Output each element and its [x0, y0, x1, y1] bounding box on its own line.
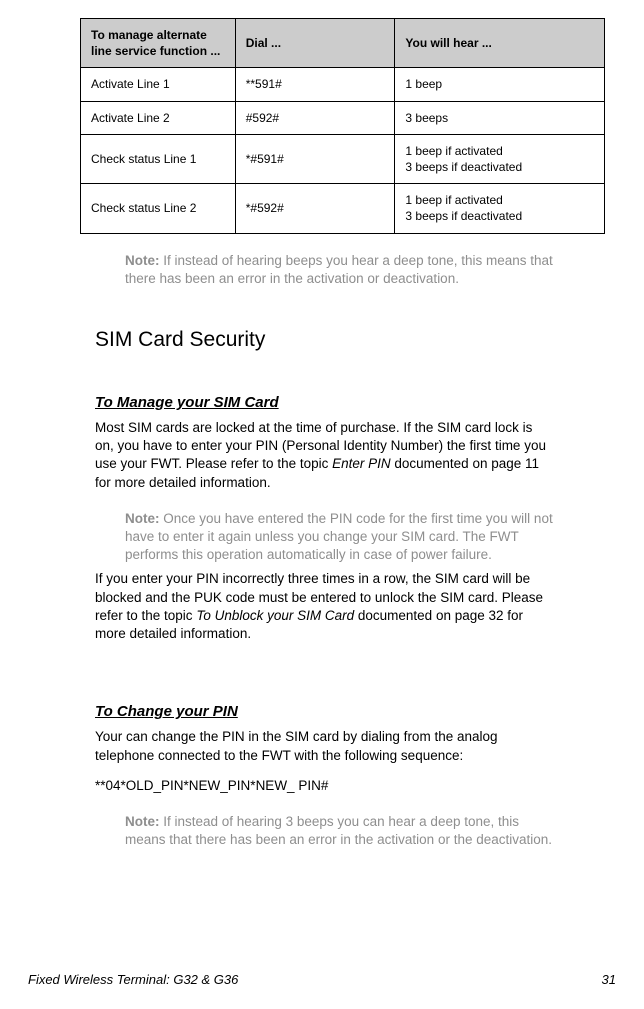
- cell-dial: *#592#: [235, 184, 395, 233]
- note-label: Note:: [125, 511, 160, 526]
- cell-dial: **591#: [235, 68, 395, 101]
- document-page: To manage alternate line service functio…: [0, 18, 644, 1009]
- heading-sim-card-security: SIM Card Security: [95, 328, 644, 352]
- note-label: Note:: [125, 253, 160, 268]
- note-label: Note:: [125, 814, 160, 829]
- cell-hear: 1 beep: [395, 68, 605, 101]
- header-hear: You will hear ...: [395, 19, 605, 68]
- topic-reference: To Unblock your SIM Card: [196, 608, 354, 623]
- table-row: Check status Line 1 *#591# 1 beep if act…: [81, 134, 605, 183]
- header-dial: Dial ...: [235, 19, 395, 68]
- para-change-1: Your can change the PIN in the SIM card …: [95, 728, 554, 764]
- table-row: Check status Line 2 *#592# 1 beep if act…: [81, 184, 605, 233]
- footer-title: Fixed Wireless Terminal: G32 & G36: [28, 972, 238, 987]
- cell-hear: 3 beeps: [395, 101, 605, 134]
- para-manage-1: Most SIM cards are locked at the time of…: [95, 419, 554, 492]
- header-function: To manage alternate line service functio…: [81, 19, 236, 68]
- table-row: Activate Line 2 #592# 3 beeps: [81, 101, 605, 134]
- note-change-pin-error: Note: If instead of hearing 3 beeps you …: [125, 813, 554, 849]
- note-text: If instead of hearing beeps you hear a d…: [125, 253, 553, 286]
- cell-hear: 1 beep if activated 3 beeps if deactivat…: [395, 134, 605, 183]
- page-footer: Fixed Wireless Terminal: G32 & G36 31: [28, 972, 616, 987]
- cell-function: Activate Line 2: [81, 101, 236, 134]
- note-pin-auto: Note: Once you have entered the PIN code…: [125, 510, 554, 565]
- note-text: If instead of hearing 3 beeps you can he…: [125, 814, 552, 847]
- cell-hear: 1 beep if activated 3 beeps if deactivat…: [395, 184, 605, 233]
- heading-change-pin: To Change your PIN: [95, 703, 644, 720]
- service-function-table: To manage alternate line service functio…: [80, 18, 605, 234]
- topic-reference: Enter PIN: [332, 456, 391, 471]
- dial-sequence: **04*OLD_PIN*NEW_PIN*NEW_ PIN#: [95, 777, 554, 795]
- cell-function: Activate Line 1: [81, 68, 236, 101]
- heading-manage-sim: To Manage your SIM Card: [95, 394, 644, 411]
- note-error-beeps: Note: If instead of hearing beeps you he…: [125, 252, 554, 288]
- cell-function: Check status Line 2: [81, 184, 236, 233]
- footer-page-number: 31: [602, 972, 616, 987]
- cell-function: Check status Line 1: [81, 134, 236, 183]
- note-text: Once you have entered the PIN code for t…: [125, 511, 553, 562]
- para-manage-2: If you enter your PIN incorrectly three …: [95, 570, 554, 643]
- cell-dial: *#591#: [235, 134, 395, 183]
- table-row: Activate Line 1 **591# 1 beep: [81, 68, 605, 101]
- cell-dial: #592#: [235, 101, 395, 134]
- table-header-row: To manage alternate line service functio…: [81, 19, 605, 68]
